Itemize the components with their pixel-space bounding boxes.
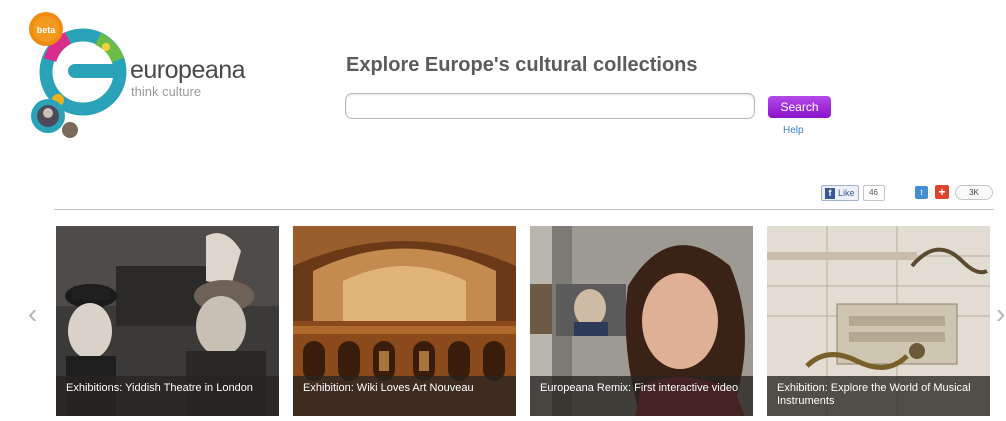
logo-badge: beta <box>37 25 57 35</box>
carousel-item[interactable]: Exhibition: Wiki Loves Art Nouveau <box>293 226 516 416</box>
share-plus-icon[interactable]: + <box>935 185 949 199</box>
social-bar: f Like 46 t + 3K <box>0 181 1006 203</box>
chevron-right-icon[interactable]: › <box>996 300 1005 328</box>
carousel-caption: Europeana Remix: First interactive video <box>530 376 753 416</box>
search-title: Explore Europe's cultural collections <box>346 54 698 76</box>
search-button[interactable]: Search <box>768 96 831 118</box>
carousel-item[interactable]: Exhibitions: Yiddish Theatre in London <box>56 226 279 416</box>
facebook-like[interactable]: f Like 46 <box>821 185 885 201</box>
carousel-caption: Exhibition: Explore the World of Musical… <box>767 376 990 416</box>
help-link[interactable]: Help <box>783 125 804 136</box>
chevron-left-icon[interactable]: ‹ <box>28 300 37 328</box>
logo-mark-icon: beta <box>29 12 127 138</box>
europeana-logo[interactable]: beta europeana think culture <box>28 12 258 147</box>
search-input[interactable] <box>345 93 755 119</box>
carousel-item[interactable]: Europeana Remix: First interactive video <box>530 226 753 416</box>
logo-wordmark: europeana <box>130 56 246 84</box>
carousel-item[interactable]: Exhibition: Explore the World of Musical… <box>767 226 990 416</box>
twitter-icon[interactable]: t <box>915 186 928 199</box>
share-count: 3K <box>955 185 993 200</box>
facebook-icon: f <box>825 187 835 199</box>
carousel-caption: Exhibition: Wiki Loves Art Nouveau <box>293 376 516 416</box>
logo-tagline: think culture <box>131 84 202 99</box>
facebook-like-label: Like <box>838 188 855 198</box>
facebook-like-count: 46 <box>862 185 885 201</box>
facebook-like-button[interactable]: f Like <box>821 185 859 201</box>
carousel-caption: Exhibitions: Yiddish Theatre in London <box>56 376 279 416</box>
divider <box>54 209 994 210</box>
